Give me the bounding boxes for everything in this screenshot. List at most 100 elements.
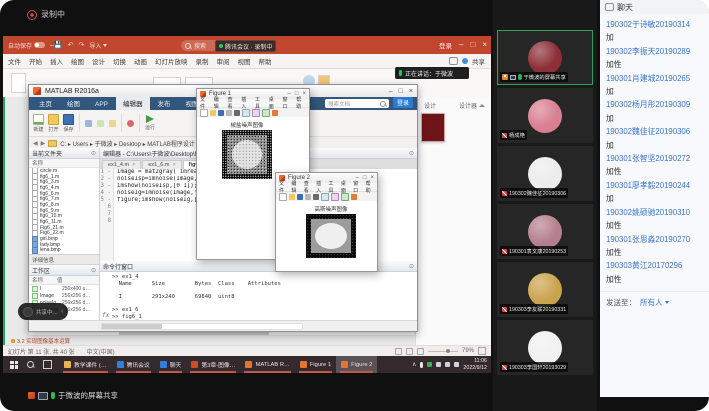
task-view-icon[interactable] [43, 360, 52, 369]
cursor-icon[interactable] [234, 110, 240, 116]
autosave-control[interactable]: 自动保存 [8, 41, 45, 50]
matlab-tool-button[interactable]: 新建 [33, 114, 44, 133]
wps-ribbon-tab[interactable]: 幻灯片放映 [155, 56, 188, 66]
wps-ribbon-tab[interactable]: 动画 [134, 56, 147, 66]
taskbar-app[interactable]: 第3章-图像… [186, 356, 240, 373]
run-button[interactable]: 运行 [145, 115, 155, 131]
autosave-toggle[interactable] [34, 42, 45, 48]
zoom-slider[interactable] [428, 351, 458, 352]
editor-tab[interactable]: ex1_6.m × [142, 160, 181, 169]
matlab-tab[interactable]: 发布 [151, 96, 178, 110]
floating-pill[interactable]: 共享中… [18, 303, 68, 320]
gear-icon[interactable] [409, 150, 414, 157]
slideshow-icon[interactable] [417, 348, 424, 355]
close-icon[interactable] [409, 88, 413, 95]
design-tab[interactable]: 设计 [424, 101, 436, 110]
taskbar-app[interactable]: Figure 1 [295, 356, 336, 373]
wps-ribbon-tab[interactable]: 帮助 [259, 56, 272, 66]
workspace-columns[interactable]: 名称 值 [29, 276, 99, 285]
figure-menu-item[interactable]: 桌面 [269, 96, 279, 110]
taskbar-clock[interactable]: 11:06 2022/9/12 [463, 358, 487, 371]
participant-tile[interactable]: 于微波的屏幕共享 [497, 30, 593, 85]
slide-thumbnail[interactable] [421, 113, 445, 142]
collapse-icon[interactable] [61, 308, 63, 315]
start-button[interactable] [10, 361, 18, 369]
redo-icon[interactable]: ↷ [79, 41, 85, 49]
wps-ribbon-tab[interactable]: 插入 [50, 56, 63, 66]
zoom-in-icon[interactable] [242, 109, 250, 117]
wps-ribbon-tab[interactable]: 文件 [8, 56, 21, 66]
zoom-out-icon[interactable] [252, 109, 260, 117]
comment-icon[interactable] [449, 57, 458, 65]
column-header[interactable]: 名称 [29, 159, 99, 168]
participant-tile[interactable]: 190303李友联20190331 [497, 262, 593, 317]
minimize-icon[interactable] [389, 88, 393, 95]
matlab-tool-button[interactable]: 打开 [48, 114, 59, 133]
figure-menu-item[interactable]: 查看 [304, 180, 312, 194]
forward-icon[interactable] [41, 140, 46, 147]
language-indicator[interactable]: 中文(中国) [87, 347, 115, 356]
wps-login-button[interactable]: 登录 [439, 40, 452, 50]
participant-tile[interactable]: 190301袁文康20190253 [497, 204, 593, 259]
comment-icon[interactable] [97, 120, 104, 127]
matlab-login-button[interactable]: 登录 [393, 97, 413, 108]
gear-icon[interactable] [91, 267, 96, 274]
designer-tab[interactable]: 设计器 [459, 101, 485, 110]
editor-tab[interactable]: ex1_4.m × [102, 160, 141, 169]
insert-icon[interactable] [85, 120, 92, 127]
figure-menu-item[interactable]: 帮助 [296, 96, 306, 110]
figure-menu-item[interactable]: 工具 [329, 180, 337, 194]
workspace-variable[interactable]: Image 256x256 d… [29, 292, 99, 299]
tray-volume-icon[interactable] [445, 362, 450, 367]
wps-ribbon-tab[interactable]: 开始 [29, 56, 42, 66]
tray-ime-icon[interactable] [454, 362, 459, 367]
close-icon[interactable]: × [172, 162, 175, 168]
save-icon[interactable]: 💾 [50, 41, 63, 49]
matlab-tab[interactable]: 绘图 [60, 96, 87, 110]
close-icon[interactable]: × [132, 162, 135, 168]
tray-status-icon[interactable] [427, 362, 432, 367]
undo-icon[interactable]: ↶ [68, 41, 74, 49]
zoom-level[interactable]: 79% [462, 348, 474, 354]
maximize-icon[interactable] [399, 88, 403, 95]
figure-menu-item[interactable]: 编辑 [214, 96, 224, 110]
print-icon[interactable] [305, 194, 311, 200]
insert-dropdown[interactable]: 导入 [89, 41, 107, 50]
taskbar-app[interactable]: 腾讯会议 [112, 356, 155, 373]
matlab-tab[interactable]: 编辑器 [116, 96, 150, 110]
fit-slide-icon[interactable] [478, 347, 486, 355]
doc-search-input[interactable]: 搜索文档 [325, 99, 389, 108]
cursor-icon[interactable] [313, 194, 319, 200]
participant-tile[interactable]: 190302魏佳征20190306 [497, 146, 593, 201]
matlab-tab[interactable]: 主页 [32, 96, 59, 110]
wps-ribbon-tab[interactable]: 视图 [238, 56, 251, 66]
participant-tile[interactable]: 杨成艳 [497, 88, 593, 143]
breakpoint-icon[interactable] [127, 120, 134, 127]
open-icon[interactable] [210, 110, 216, 116]
zoom-in-icon[interactable] [321, 193, 329, 201]
gear-icon[interactable] [91, 150, 96, 157]
taskbar-search-icon[interactable] [27, 361, 34, 368]
details-bar[interactable]: 详细信息 [29, 254, 99, 265]
matlab-tab[interactable]: APP [88, 99, 115, 110]
figure-menu-item[interactable]: 帮助 [366, 180, 374, 194]
new-figure-icon[interactable] [200, 109, 208, 117]
gear-icon[interactable] [409, 263, 414, 270]
zoom-out-icon[interactable] [331, 193, 339, 201]
new-figure-icon[interactable] [279, 193, 287, 201]
figure-menu-item[interactable]: 编辑 [291, 180, 299, 194]
clipboard-icon[interactable] [11, 73, 26, 93]
wps-ribbon-tab[interactable]: 切换 [113, 56, 126, 66]
rotate-icon[interactable] [351, 194, 357, 200]
rotate-icon[interactable] [272, 110, 278, 116]
wps-ribbon-tab[interactable]: 录制 [196, 56, 209, 66]
figure-menu-item[interactable]: 工具 [255, 96, 265, 110]
open-icon[interactable] [289, 194, 295, 200]
tray-network-icon[interactable] [436, 362, 441, 367]
maximize-icon[interactable] [470, 41, 475, 49]
print-icon[interactable] [226, 110, 232, 116]
slide-sorter-icon[interactable] [406, 348, 413, 355]
wps-ribbon-tab[interactable]: 设计 [92, 56, 105, 66]
tray-expand-icon[interactable] [412, 361, 416, 368]
wps-ribbon-tab[interactable]: 绘图 [71, 56, 84, 66]
